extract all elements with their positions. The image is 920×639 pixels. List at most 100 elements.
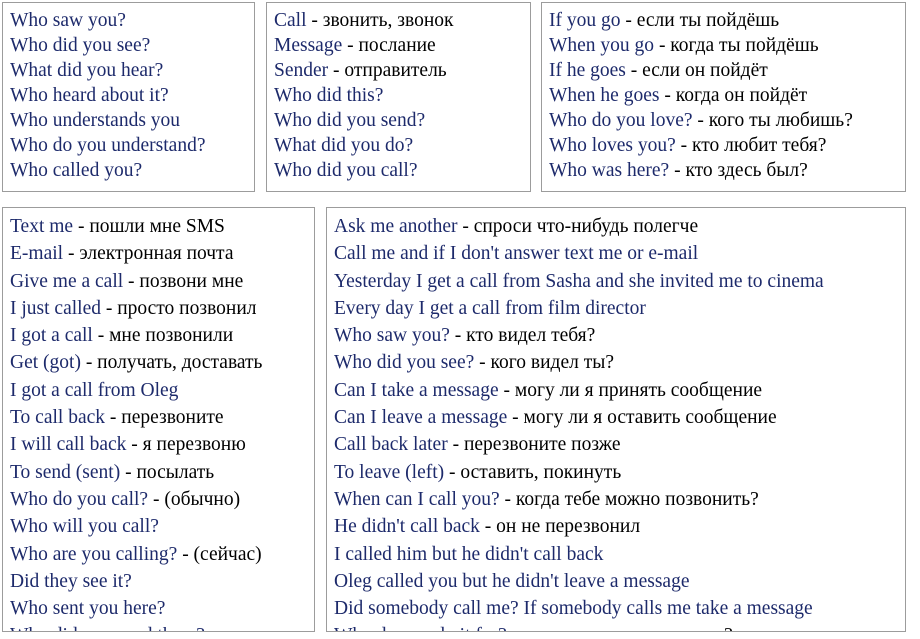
phrase-line: Oleg called you but he didn't leave a me… — [334, 568, 905, 595]
phrase-english: Call back later — [334, 434, 448, 456]
phrase-english: Who do you understand? — [10, 135, 206, 156]
phrase-russian: - кто любит тебя? — [675, 135, 827, 156]
phrase-line: Who do you understand? — [10, 133, 254, 158]
phrase-russian: - кто видел тебя? — [449, 325, 596, 347]
phrase-line: Who did you see? - кого видел ты? — [334, 349, 905, 376]
phrase-russian: - я перезвоню — [126, 434, 246, 456]
phrase-line: To call back - перезвоните — [10, 404, 314, 431]
phrase-line: Who understands you — [10, 108, 254, 133]
phrase-english: I called him but he didn't call back — [334, 543, 604, 565]
phrase-russian: - оставить, покинуть — [444, 461, 622, 483]
phrase-english: I got a call — [10, 325, 93, 347]
phrase-line: Message - послание — [274, 33, 530, 58]
phrase-russian: - перезвоните позже — [447, 434, 621, 456]
phrase-line: Sender - отправитель — [274, 58, 530, 83]
phrase-line: Can I take a message - могу ли я принять… — [334, 377, 905, 404]
phrase-english: Who did you send? — [274, 110, 426, 131]
phrase-english: Who loves you? — [549, 135, 676, 156]
phrase-line: Every day I get a call from film directo… — [334, 295, 905, 322]
phrase-russian: - мне позвонили — [92, 325, 234, 347]
phrase-line: Call - звонить, звонок — [274, 8, 530, 33]
phrase-russian: - могу ли я оставить сообщение — [507, 407, 777, 429]
conditionals-and-who-questions-panel: If you go - если ты пойдёшь When you go -… — [541, 2, 906, 192]
phrase-line: Who loves you? - кто любит тебя? — [549, 133, 905, 158]
phrase-line: Get (got) - получать, доставать — [10, 349, 314, 376]
phrase-line: I will call back - я перезвоню — [10, 431, 314, 458]
phrase-line: Who heard about it? — [10, 83, 254, 108]
phrase-line: Did somebody call me? If somebody calls … — [334, 595, 905, 622]
phrase-russian: - для кого ты делаешь это? — [507, 625, 733, 631]
phrase-line: I just called - просто позвонил — [10, 295, 314, 322]
phrase-english: I will call back — [10, 434, 127, 456]
phrase-russian: - (сейчас) — [177, 543, 262, 565]
phrase-line: To leave (left) - оставить, покинуть — [334, 459, 905, 486]
phrase-line: Who did you call? — [274, 158, 530, 183]
phrase-line: Who was here? - кто здесь был? — [549, 158, 905, 183]
phrase-english: Text me — [10, 216, 74, 237]
phrase-english: Get (got) — [10, 352, 81, 374]
phrase-english: Yesterday I get a call from Sasha and sh… — [334, 270, 824, 292]
phrase-russian: - он не перезвонил — [479, 516, 641, 538]
phrase-english: Can I leave a message — [334, 407, 508, 429]
phrase-english: Call me and if I don't answer text me or… — [334, 243, 699, 265]
questions-who-what-panel: Who saw you? Who did you see? What did you… — [2, 2, 255, 192]
phrase-english: Who called you? — [10, 160, 143, 181]
phrase-line: I called him but he didn't call back — [334, 541, 905, 568]
phrase-russian: - отправитель — [328, 60, 447, 81]
phrase-line: Text me - пошли мне SMS — [10, 213, 314, 240]
phrase-line: Who called you? — [10, 158, 254, 183]
phrase-russian: - когда ты пойдёшь — [654, 35, 819, 56]
phrase-russian: - звонить, звонок — [306, 10, 454, 31]
phrase-russian: - если ты пойдёшь — [620, 10, 780, 31]
phrase-english: Who heard about it? — [10, 85, 169, 106]
phrase-russian: - спроси что-нибудь полегче — [457, 216, 699, 237]
phrase-line: Ask me another - спроси что-нибудь полег… — [334, 213, 905, 240]
phrase-line: If he goes - если он пойдёт — [549, 58, 905, 83]
phrase-line: Who did you send there? — [10, 622, 314, 631]
phrase-line: I got a call from Oleg — [10, 377, 314, 404]
phrase-english: To call back — [10, 407, 106, 429]
phrase-russian: - посылать — [120, 461, 215, 483]
phrase-english: Who do you call? — [10, 488, 149, 510]
phrase-line: Who do you call? - (обычно) — [10, 486, 314, 513]
phrase-line: What did you do? — [274, 133, 530, 158]
panel-content: Text me - пошли мне SMS E-mail - электрон… — [3, 208, 314, 631]
phrase-russian: - электронная почта — [63, 243, 234, 265]
phrase-russian: - позвони мне — [123, 270, 244, 292]
phrase-english: Who saw you? — [10, 10, 126, 31]
phrase-english: Who are you calling? — [10, 543, 178, 565]
phrase-english: When can I call you? — [334, 488, 500, 510]
phrase-english: Oleg called you but he didn't leave a me… — [334, 570, 690, 592]
phrase-english: Sender — [274, 60, 329, 81]
phrase-russian: - послание — [342, 35, 436, 56]
phrase-russian: - когда тебе можно позвонить? — [499, 488, 759, 510]
phrase-line: E-mail - электронная почта — [10, 240, 314, 267]
phrase-english: Every day I get a call from film directo… — [334, 297, 646, 319]
phrase-english: I just called — [10, 297, 101, 319]
phrase-line: Who saw you? - кто видел тебя? — [334, 322, 905, 349]
phrase-russian: - (обычно) — [148, 488, 241, 510]
phrase-line: Who saw you? — [10, 8, 254, 33]
phrase-line: He didn't call back - он не перезвонил — [334, 513, 905, 540]
phrase-english: To leave (left) — [334, 461, 445, 483]
phrase-english: Who did you see? — [334, 352, 475, 374]
phrase-line: Who are you calling? - (сейчас) — [10, 541, 314, 568]
phrase-line: What did you hear? — [10, 58, 254, 83]
phrase-line: Did they see it? — [10, 568, 314, 595]
phrase-line: Who did you send? — [274, 108, 530, 133]
phrase-english: When you go — [549, 35, 655, 56]
phrase-line: Who will you call? — [10, 513, 314, 540]
panel-content: Who saw you? Who did you see? What did you… — [3, 3, 254, 186]
phrase-english: Who do you love? — [549, 110, 693, 131]
phrase-russian: - кто здесь был? — [669, 160, 808, 181]
phrase-line: Yesterday I get a call from Sasha and sh… — [334, 268, 905, 295]
phrase-line: Call me and if I don't answer text me or… — [334, 240, 905, 267]
phrase-english: Can I take a message — [334, 379, 499, 401]
call-message-vocabulary-panel: Call - звонить, звонок Message - послание… — [266, 2, 531, 192]
phrase-english: When he goes — [549, 85, 660, 106]
phrase-line: When he goes - когда он пойдёт — [549, 83, 905, 108]
phrase-english: Who did you see? — [10, 35, 151, 56]
phrase-line: When can I call you? - когда тебе можно … — [334, 486, 905, 513]
phrase-english: Who was here? — [549, 160, 670, 181]
panel-content: Ask me another - спроси что-нибудь полег… — [327, 208, 905, 631]
